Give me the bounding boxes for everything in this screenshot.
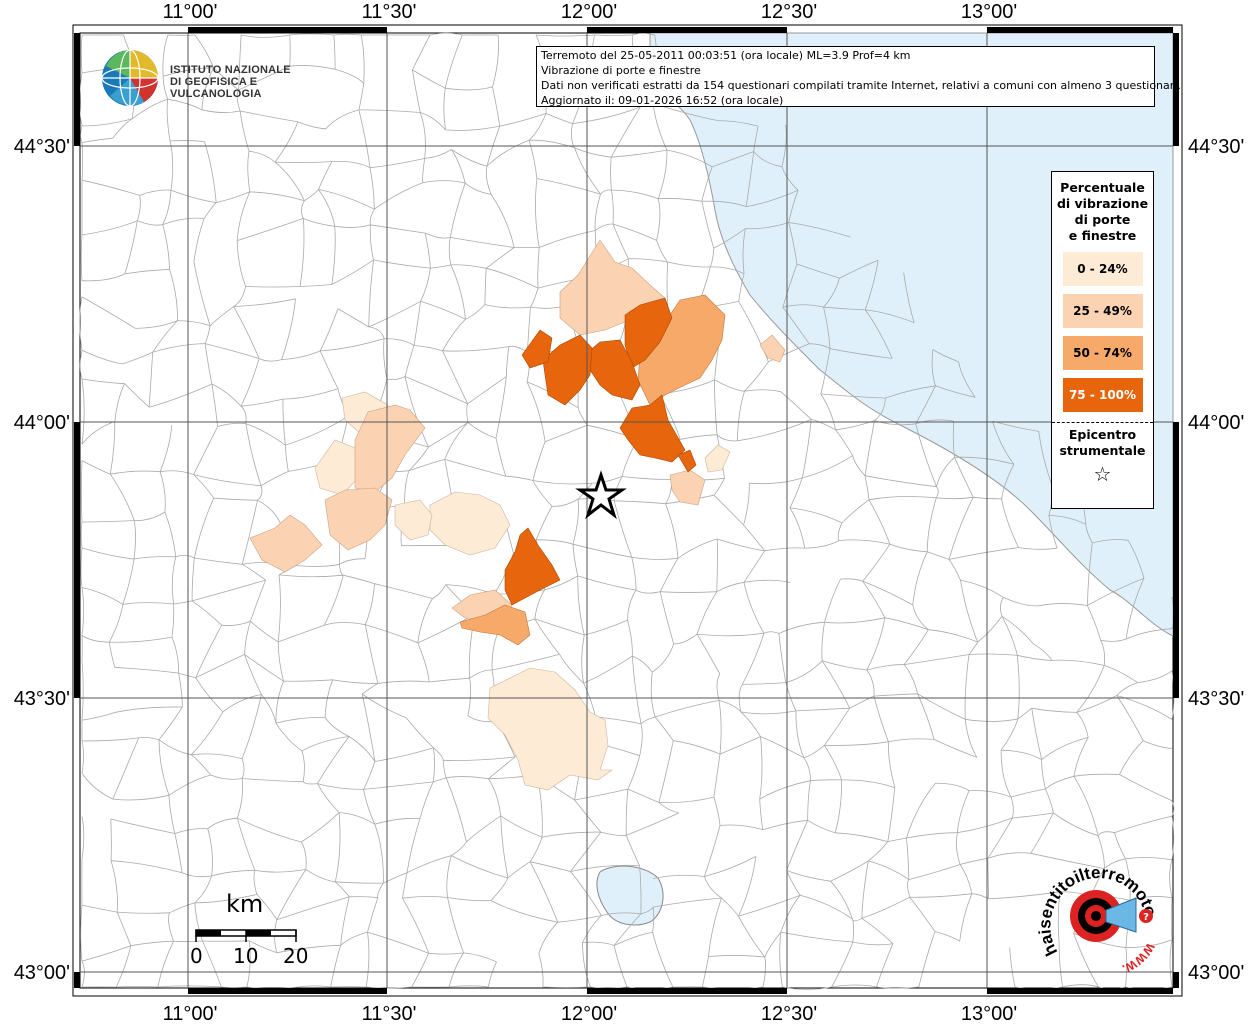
lat-label: 44°30' [1188,136,1244,158]
scale-tick: 10 [233,944,259,968]
legend-class-50-74: 50 - 74% [1062,336,1143,370]
ingv-logo: ISTITUTO NAZIONALE DI GEOFISICA E VULCAN… [100,48,320,108]
ingv-name-line1: ISTITUTO NAZIONALE [170,64,291,76]
lat-label: 44°00' [1188,412,1244,434]
lat-label: 43°00' [1188,962,1244,984]
event-title: Terremoto del 25-05-2011 00:03:51 (ora l… [541,49,911,62]
lon-labels-top: 11°00' 11°30' 12°00' 12°30' 13°00' [163,1,1018,23]
lat-label: 43°00' [14,962,70,984]
svg-text:?: ? [1143,912,1149,923]
event-info-box: Terremoto del 25-05-2011 00:03:51 (ora l… [536,46,1181,107]
ingv-globe-icon [101,49,159,107]
legend-separator [1052,422,1153,423]
logo-www-text: WWW. [1120,941,1157,977]
event-data-note: Dati non verificati estratti da 154 ques… [541,79,1181,92]
legend-epicenter-label: Epicentro strumentale [1052,427,1153,459]
legend-title-line: di porte [1074,212,1131,227]
lon-label: 11°30' [362,1,417,23]
svg-text:WWW.: WWW. [1120,941,1157,977]
lon-label: 11°00' [163,1,218,23]
legend-class-25-49: 25 - 49% [1062,294,1143,328]
legend-title-line: di vibrazione [1056,196,1149,211]
event-parameter: Vibrazione di porte e finestre [541,64,701,77]
legend-star-icon: ☆ [1093,462,1112,486]
scale-unit: km [226,890,264,918]
lon-label: 11°00' [163,1003,218,1024]
lat-labels-left: 44°30' 44°00' 43°30' 43°00' [14,136,70,984]
lon-labels-bottom: 11°00' 11°30' 12°00' 12°30' 13°00' [163,1003,1018,1024]
event-updated: Aggiornato il: 09-01-2026 16:52 (ora loc… [541,94,784,107]
lat-label: 44°30' [14,136,70,158]
legend-title-line: Percentuale [1060,180,1145,195]
legend-epicenter-line: Epicentro [1068,427,1137,442]
lat-label: 43°30' [14,688,70,710]
haisentitoilterremoto-logo: haisentitoilterremoto.it WWW. ? [1033,845,1168,980]
scale-tick: 0 [190,944,203,968]
ingv-name-line2: DI GEOFISICA E VULCANOLOGIA [170,76,262,100]
lat-labels-right: 44°30' 44°00' 43°30' 43°00' [1188,136,1244,984]
scale-tick: 20 [283,944,309,968]
lon-label: 12°00' [561,1003,617,1024]
lon-label: 12°30' [761,1,817,23]
lon-label: 13°00' [961,1,1017,23]
lon-label: 11°30' [362,1003,417,1024]
lon-label: 12°00' [561,1,617,23]
lat-label: 43°30' [1188,688,1244,710]
legend: Percentuale di vibrazione di porte e fin… [1051,171,1154,509]
legend-title-line: e finestre [1068,228,1137,243]
lon-label: 13°00' [961,1003,1017,1024]
legend-class-0-24: 0 - 24% [1062,252,1143,286]
ingv-name: ISTITUTO NAZIONALE DI GEOFISICA E VULCAN… [170,64,320,100]
legend-epicenter-line: strumentale [1059,443,1146,458]
haisentito-logo-graphic: haisentitoilterremoto.it WWW. ? [1033,845,1161,977]
lat-label: 44°00' [14,412,70,434]
legend-title: Percentuale di vibrazione di porte e fin… [1052,180,1153,244]
legend-class-75-100: 75 - 100% [1062,378,1143,412]
lon-label: 12°30' [761,1003,817,1024]
